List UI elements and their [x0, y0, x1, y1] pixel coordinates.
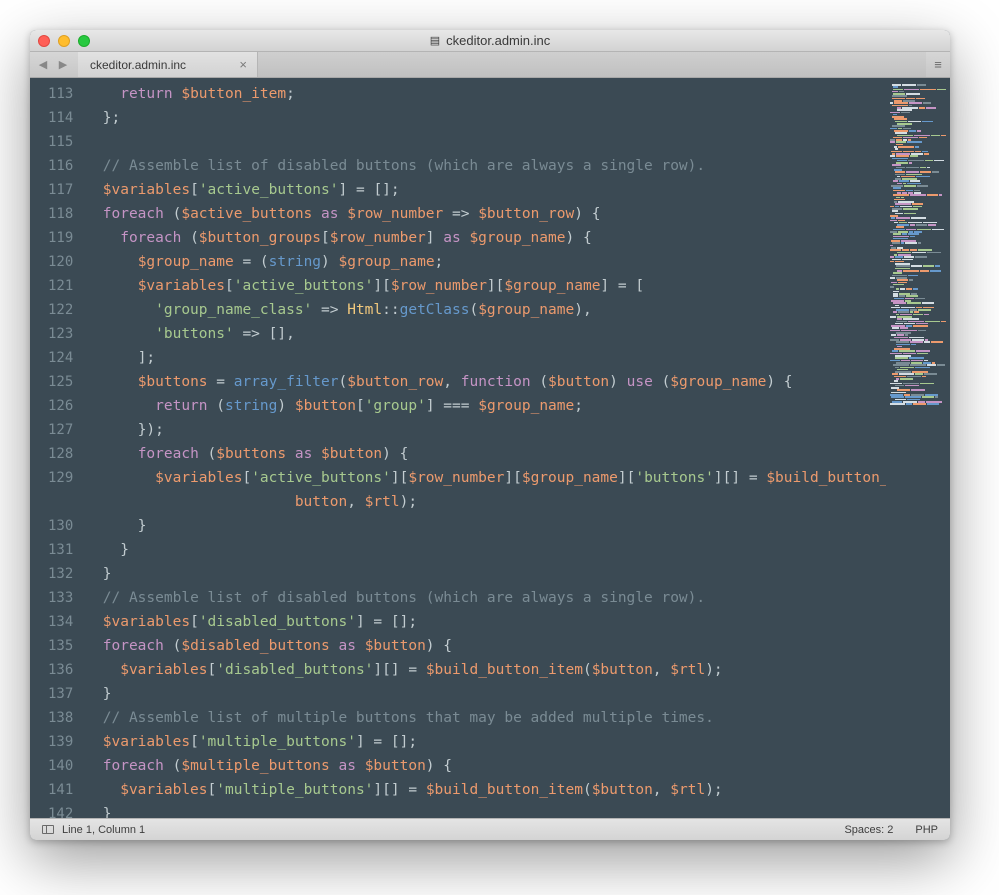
- tabbar-spacer: [258, 52, 926, 77]
- window-title-text: ckeditor.admin.inc: [446, 33, 550, 48]
- tab-overflow-icon[interactable]: ≡: [926, 52, 950, 77]
- tab-nav: ◀ ▶: [34, 52, 78, 77]
- editor-window: ▤ ckeditor.admin.inc ◀ ▶ ckeditor.admin.…: [30, 30, 950, 840]
- line-gutter[interactable]: 1131141151161171181191201211221231241251…: [30, 78, 85, 818]
- syntax-mode[interactable]: PHP: [915, 824, 938, 836]
- file-tab[interactable]: ckeditor.admin.inc ×: [78, 52, 258, 77]
- tab-bar: ◀ ▶ ckeditor.admin.inc × ≡: [30, 52, 950, 78]
- tab-label: ckeditor.admin.inc: [90, 58, 186, 72]
- editor-area: 1131141151161171181191201211221231241251…: [30, 78, 950, 818]
- close-icon[interactable]: [38, 35, 50, 47]
- indent-setting[interactable]: Spaces: 2: [844, 824, 893, 836]
- maximize-icon[interactable]: [78, 35, 90, 47]
- document-icon: ▤: [430, 34, 440, 47]
- code-area[interactable]: return $button_item; }; // Assemble list…: [85, 78, 886, 818]
- cursor-position[interactable]: Line 1, Column 1: [62, 824, 145, 836]
- nav-back-icon[interactable]: ◀: [34, 56, 52, 74]
- minimap[interactable]: [886, 78, 950, 818]
- titlebar[interactable]: ▤ ckeditor.admin.inc: [30, 30, 950, 52]
- panel-icon[interactable]: [42, 825, 54, 834]
- minimize-icon[interactable]: [58, 35, 70, 47]
- traffic-lights: [38, 35, 90, 47]
- window-title: ▤ ckeditor.admin.inc: [30, 33, 950, 48]
- nav-forward-icon[interactable]: ▶: [54, 56, 72, 74]
- tab-close-icon[interactable]: ×: [239, 57, 247, 72]
- status-bar: Line 1, Column 1 Spaces: 2 PHP: [30, 818, 950, 840]
